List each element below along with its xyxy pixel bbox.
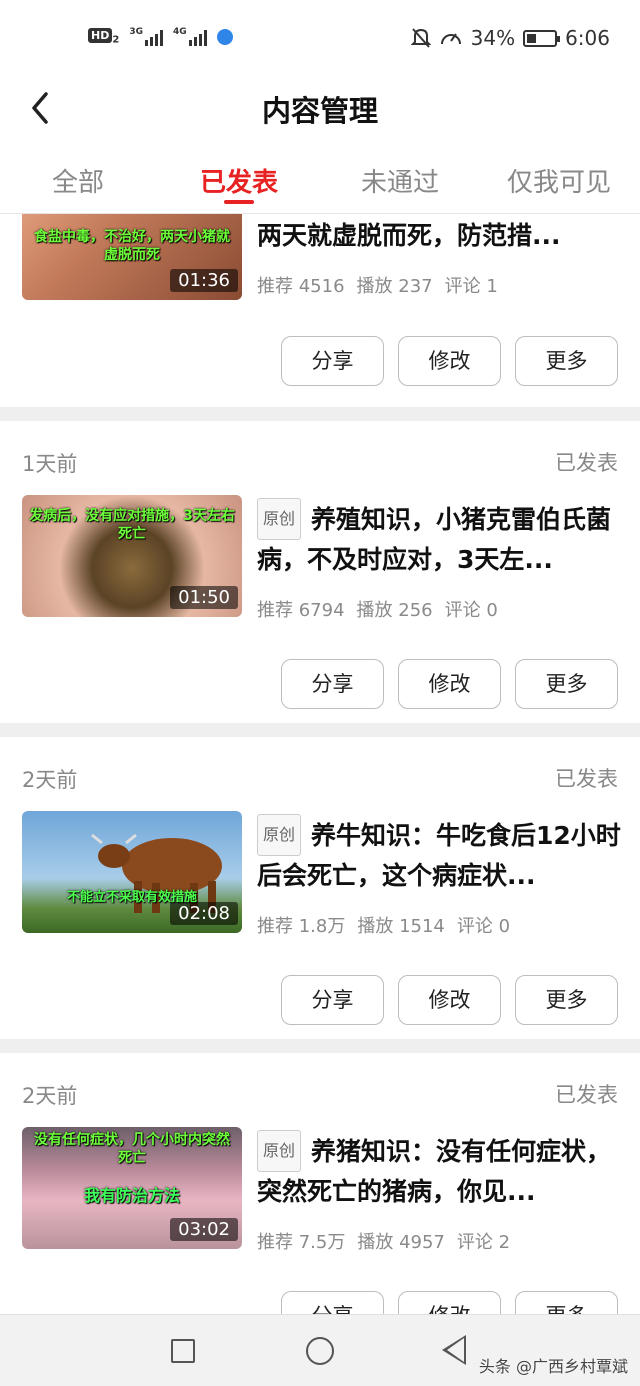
video-duration: 03:02	[170, 1218, 238, 1241]
original-badge: 原创	[257, 814, 302, 856]
battery-icon	[523, 29, 561, 47]
tab-published[interactable]: 已发表	[200, 162, 278, 199]
edit-button[interactable]: 修改	[398, 659, 501, 709]
edit-button[interactable]: 修改	[398, 1291, 501, 1314]
tab-private[interactable]: 仅我可见	[507, 162, 611, 199]
browser-icon	[216, 29, 233, 45]
video-duration: 02:08	[170, 902, 238, 925]
article-title[interactable]: 原创 养牛知识：牛吃食后12小时后会死亡，这个病症状...	[257, 814, 627, 896]
speed-gauge-icon	[440, 33, 461, 45]
original-badge: 原创	[257, 1130, 302, 1172]
video-duration: 01:50	[170, 586, 238, 609]
article-stats: 推荐 6794 播放 256 评论 0	[257, 600, 498, 621]
article-list[interactable]: 食盐中毒，不治好，两天小猪就虚脱而死 01:36 两天就虚脱而死，防范措... …	[0, 214, 640, 1314]
mute-bell-icon	[410, 28, 431, 48]
status-right: 34% 6:06	[410, 26, 610, 50]
publish-date: 1天前	[22, 452, 78, 476]
edit-button[interactable]: 修改	[398, 336, 501, 386]
video-thumbnail[interactable]: 没有任何症状，几个小时内突然死亡 我有防治方法 03:02	[22, 1127, 242, 1249]
article-title[interactable]: 两天就虚脱而死，防范措...	[257, 216, 627, 256]
card-separator	[0, 723, 640, 737]
more-button[interactable]: 更多	[515, 659, 618, 709]
tab-rejected[interactable]: 未通过	[361, 162, 439, 199]
app-header: 内容管理	[0, 80, 640, 140]
status-label: 已发表	[555, 767, 618, 791]
screen: HD 2 3G 4G 34% 6:06 内容管理 全部 已发表 未通过 仅我可见…	[0, 0, 640, 1386]
video-thumbnail[interactable]: 不能立不采取有效措施 02:08	[22, 811, 242, 933]
article-stats: 推荐 1.8万 播放 1514 评论 0	[257, 916, 511, 937]
circle-icon[interactable]	[306, 1337, 334, 1365]
share-button[interactable]: 分享	[281, 1291, 384, 1314]
article-card: 食盐中毒，不治好，两天小猪就虚脱而死 01:36 两天就虚脱而死，防范措... …	[0, 214, 640, 407]
signal-icon-1: 3G	[129, 28, 163, 46]
status-left: HD 2 3G 4G	[88, 28, 233, 46]
article-stats: 推荐 4516 播放 237 评论 1	[257, 276, 498, 297]
system-nav-bar: 头条 @广西乡村覃斌	[0, 1314, 640, 1386]
page-title: 内容管理	[261, 94, 378, 128]
article-card: 2天前 已发表 没有任何症状，几个小时内突然死亡 我有防治方法 03:02 原创…	[0, 1053, 640, 1314]
more-button[interactable]: 更多	[515, 975, 618, 1025]
article-title[interactable]: 原创 养殖知识，小猪克雷伯氏菌病，不及时应对，3天左...	[257, 498, 627, 580]
share-button[interactable]: 分享	[281, 659, 384, 709]
publish-date: 2天前	[22, 768, 78, 792]
card-separator	[0, 407, 640, 421]
share-button[interactable]: 分享	[281, 336, 384, 386]
active-tab-indicator	[224, 200, 254, 204]
status-label: 已发表	[555, 1083, 618, 1107]
share-button[interactable]: 分享	[281, 975, 384, 1025]
more-button[interactable]: 更多	[515, 336, 618, 386]
more-button[interactable]: 更多	[515, 1291, 618, 1314]
status-bar: HD 2 3G 4G 34% 6:06	[0, 0, 640, 80]
video-thumbnail[interactable]: 食盐中毒，不治好，两天小猪就虚脱而死 01:36	[22, 214, 242, 300]
article-card: 1天前 已发表 发病后，没有应对措施，3天左右死亡 01:50 原创 养殖知识，小…	[0, 421, 640, 723]
triangle-back-icon-inner	[447, 1338, 464, 1362]
article-title[interactable]: 原创 养猪知识：没有任何症状，突然死亡的猪病，你见...	[257, 1130, 627, 1212]
signal-icon-2: 4G	[173, 28, 207, 46]
edit-button[interactable]: 修改	[398, 975, 501, 1025]
video-duration: 01:36	[170, 269, 238, 292]
tab-all[interactable]: 全部	[52, 162, 104, 199]
article-card: 2天前 已发表 不能立不采取有效措施 02:08 原创 养牛知识：牛吃食后12小时…	[0, 737, 640, 1039]
publish-date: 2天前	[22, 1084, 78, 1108]
square-icon[interactable]	[171, 1339, 195, 1363]
status-label: 已发表	[555, 451, 618, 475]
original-badge: 原创	[257, 498, 302, 540]
tab-bar: 全部 已发表 未通过 仅我可见	[0, 150, 640, 214]
watermark: 头条 @广西乡村覃斌	[478, 1357, 628, 1376]
hd-badge: HD 2	[88, 28, 119, 46]
video-thumbnail[interactable]: 发病后，没有应对措施，3天左右死亡 01:50	[22, 495, 242, 617]
battery-percent: 34%	[470, 26, 516, 50]
card-separator	[0, 1039, 640, 1053]
clock: 6:06	[565, 26, 610, 50]
article-stats: 推荐 7.5万 播放 4957 评论 2	[257, 1232, 511, 1253]
